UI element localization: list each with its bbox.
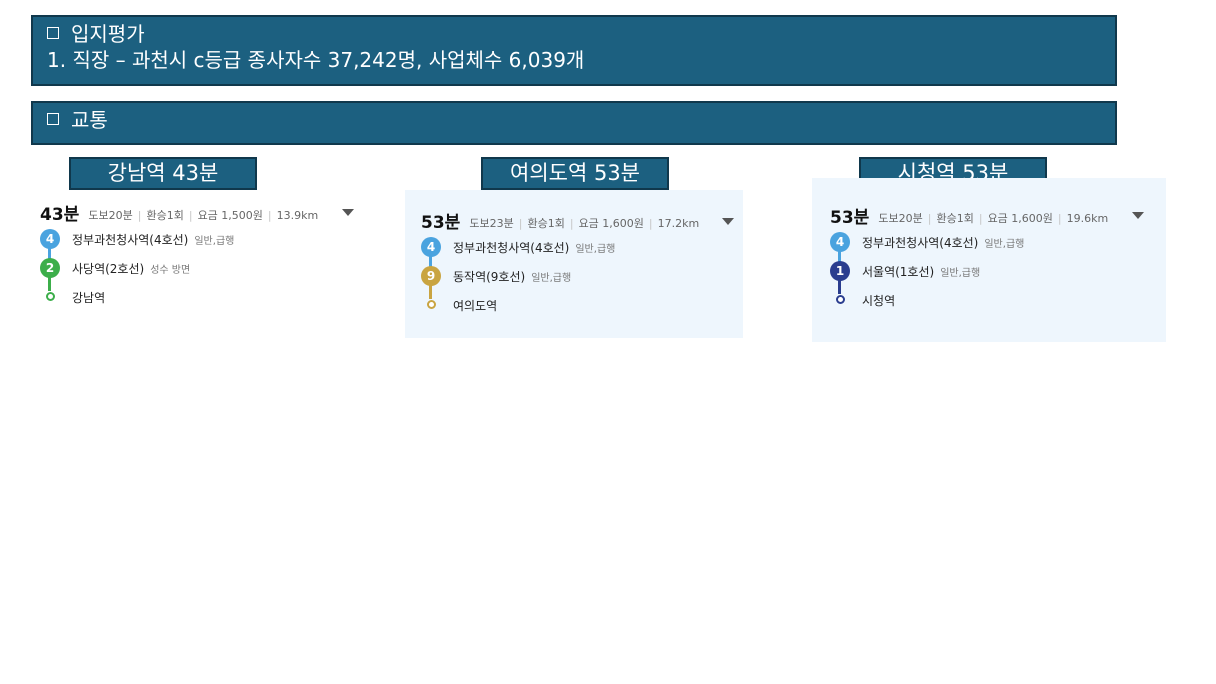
stop-name: 사당역(2호선) [72, 262, 145, 276]
route-card-cityhall[interactable]: 53분 도보20분 | 환승1회 | 요금 1,600원 | 19.6km 4 정부과천청사… [812, 178, 1166, 342]
stop-direction: 일반,급행 [575, 244, 616, 255]
route-walk: 도보20분 [878, 212, 923, 225]
route-fare: 요금 1,600원 [987, 212, 1053, 225]
banner-subtitle: 1. 직장 – 과천시 c등급 종사자수 37,242명, 사업체수 6,039… [47, 48, 585, 72]
route-distance: 19.6km [1066, 212, 1109, 225]
stop-name: 동작역(9호선) [453, 270, 526, 284]
stop-direction: 성수 방면 [150, 265, 191, 276]
route-time: 53분 [830, 208, 870, 228]
route-distance: 13.9km [276, 209, 319, 222]
line-4-badge-icon: 4 [830, 232, 850, 252]
banner-title: 입지평가 [71, 22, 145, 46]
route-time: 53분 [421, 213, 461, 233]
route-card-yeouido[interactable]: 53분 도보23분 | 환승1회 | 요금 1,600원 | 17.2km 4 정부과천청사… [405, 190, 743, 338]
line-4-badge-icon: 4 [421, 237, 441, 257]
stop-direction: 일반,급행 [531, 273, 572, 284]
stop-name: 정부과천청사역(4호선) [72, 233, 189, 247]
stop-direction: 일반,급행 [940, 268, 981, 279]
route-card-gangnam[interactable]: 43분 도보20분 | 환승1회 | 요금 1,500원 | 13.9km 4 정부과천청사… [40, 196, 360, 316]
square-bullet-icon [47, 113, 59, 125]
stop-name: 정부과천청사역(4호선) [453, 241, 570, 255]
stop-name: 시청역 [862, 294, 896, 308]
route-walk: 도보23분 [469, 217, 514, 230]
destination-dot-icon [46, 292, 55, 301]
location-evaluation-banner: 입지평가 1. 직장 – 과천시 c등급 종사자수 37,242명, 사업체수 … [31, 15, 1117, 86]
section-title: 교통 [71, 108, 108, 132]
route-summary: 53분 도보20분 | 환승1회 | 요금 1,600원 | 19.6km [830, 208, 1109, 228]
stop-name: 여의도역 [453, 299, 498, 313]
stop-name: 정부과천청사역(4호선) [862, 236, 979, 250]
route-distance: 17.2km [657, 217, 700, 230]
route-fare: 요금 1,500원 [197, 209, 263, 222]
transport-banner: 교통 [31, 101, 1117, 145]
route-transfer: 환승1회 [936, 212, 974, 225]
route-walk: 도보20분 [88, 209, 133, 222]
caret-down-icon[interactable] [722, 218, 734, 225]
route-label-gangnam: 강남역 43분 [69, 157, 257, 190]
line-2-badge-icon: 2 [40, 258, 60, 278]
square-bullet-icon [47, 27, 59, 39]
caret-down-icon[interactable] [1132, 212, 1144, 219]
route-transfer: 환승1회 [146, 209, 184, 222]
caret-down-icon[interactable] [342, 209, 354, 216]
stop-name: 서울역(1호선) [862, 265, 935, 279]
line-1-badge-icon: 1 [830, 261, 850, 281]
destination-dot-icon [836, 295, 845, 304]
route-summary: 53분 도보23분 | 환승1회 | 요금 1,600원 | 17.2km [421, 213, 700, 233]
line-9-badge-icon: 9 [421, 266, 441, 286]
line-4-badge-icon: 4 [40, 229, 60, 249]
route-time: 43분 [40, 205, 80, 225]
route-fare: 요금 1,600원 [578, 217, 644, 230]
stop-direction: 일반,급행 [194, 236, 235, 247]
stop-direction: 일반,급행 [984, 239, 1025, 250]
destination-dot-icon [427, 300, 436, 309]
route-label-yeouido: 여의도역 53분 [481, 157, 669, 190]
route-summary: 43분 도보20분 | 환승1회 | 요금 1,500원 | 13.9km [40, 205, 319, 225]
route-transfer: 환승1회 [527, 217, 565, 230]
stop-name: 강남역 [72, 291, 106, 305]
